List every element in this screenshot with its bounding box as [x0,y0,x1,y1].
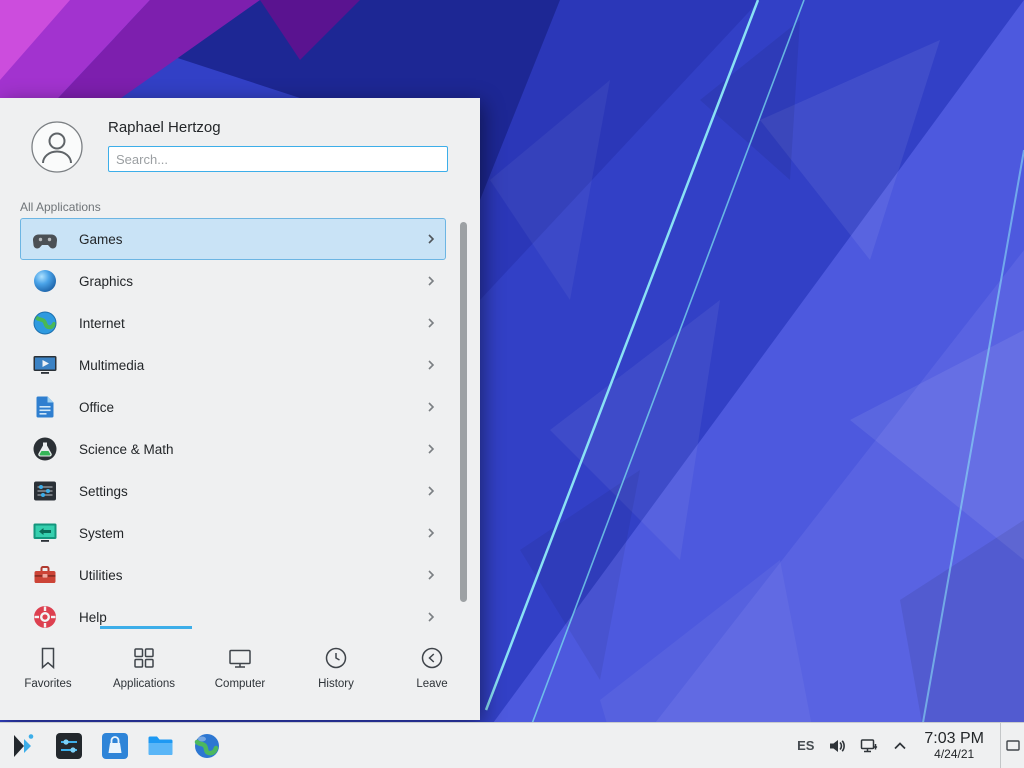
keyboard-layout-indicator[interactable]: ES [797,738,814,753]
desktop: Raphael Hertzog All Applications Games [0,0,1024,768]
gamepad-icon [31,225,59,253]
tab-history[interactable]: History [288,632,384,720]
category-internet[interactable]: Internet [20,302,446,344]
tab-label: History [318,678,354,690]
discover-button[interactable] [100,731,130,761]
chevron-right-icon [427,317,435,329]
tab-computer[interactable]: Computer [192,632,288,720]
chevron-right-icon [427,359,435,371]
monitor-play-icon [31,351,59,379]
file-manager-button[interactable] [146,731,176,761]
launcher-tabbar: Favorites Applications Computer [0,632,480,720]
chevron-right-icon [427,485,435,497]
tab-applications[interactable]: Applications [96,632,192,720]
chevron-right-icon [427,275,435,287]
category-label: Games [79,232,123,247]
user-avatar[interactable] [31,121,83,173]
bookmark-icon [35,645,61,671]
category-help[interactable]: Help [20,596,446,630]
tray-expander-caret-icon[interactable] [892,739,908,753]
category-label: Multimedia [79,358,144,373]
list-scrollbar[interactable] [460,222,467,602]
active-tab-indicator [100,626,192,629]
application-launcher-menu: Raphael Hertzog All Applications Games [0,98,480,720]
category-multimedia[interactable]: Multimedia [20,344,446,386]
chevron-right-icon [427,527,435,539]
taskbar-launchers [0,731,222,761]
clock-icon [323,645,349,671]
document-icon [31,393,59,421]
globe-icon [31,309,59,337]
show-desktop-button[interactable] [1000,723,1024,768]
application-launcher-button[interactable] [8,731,38,761]
category-list: Games Graphics [0,218,480,630]
category-label: System [79,526,124,541]
sliders-icon [31,477,59,505]
chevron-right-icon [427,569,435,581]
category-label: Internet [79,316,125,331]
toolbox-icon [31,561,59,589]
clock-time: 7:03 PM [924,730,984,747]
volume-icon[interactable] [828,737,846,755]
tab-label: Favorites [24,678,71,690]
clock-date: 4/24/21 [934,748,974,761]
network-icon[interactable] [860,737,878,755]
system-tray: ES 7:03 PM 4/24/21 [797,723,1024,768]
category-graphics[interactable]: Graphics [20,260,446,302]
user-name: Raphael Hertzog [108,119,221,136]
category-system[interactable]: System [20,512,446,554]
chevron-right-icon [427,233,435,245]
taskbar: ES 7:03 PM 4/24/21 [0,722,1024,768]
clock[interactable]: 7:03 PM 4/24/21 [922,730,986,760]
category-label: Settings [79,484,128,499]
chevron-right-icon [427,443,435,455]
grid-icon [131,645,157,671]
show-desktop-icon [1006,740,1020,751]
category-office[interactable]: Office [20,386,446,428]
tab-leave[interactable]: Leave [384,632,480,720]
lifebuoy-icon [31,603,59,630]
category-utilities[interactable]: Utilities [20,554,446,596]
chevron-right-icon [427,401,435,413]
tab-label: Leave [416,678,447,690]
category-label: Help [79,610,107,625]
section-label: All Applications [20,200,101,214]
system-monitor-icon [31,519,59,547]
web-browser-button[interactable] [192,731,222,761]
category-label: Utilities [79,568,123,583]
sphere-icon [31,267,59,295]
monitor-icon [227,645,253,671]
category-settings[interactable]: Settings [20,470,446,512]
user-avatar-icon [31,121,83,173]
flask-icon [31,435,59,463]
tab-label: Applications [113,678,175,690]
leave-icon [419,645,445,671]
chevron-right-icon [427,611,435,623]
category-label: Graphics [79,274,133,289]
category-games[interactable]: Games [20,218,446,260]
tab-label: Computer [215,678,266,690]
system-settings-button[interactable] [54,731,84,761]
category-label: Office [79,400,114,415]
tab-favorites[interactable]: Favorites [0,632,96,720]
category-science-math[interactable]: Science & Math [20,428,446,470]
search-input[interactable] [108,146,448,172]
category-label: Science & Math [79,442,174,457]
